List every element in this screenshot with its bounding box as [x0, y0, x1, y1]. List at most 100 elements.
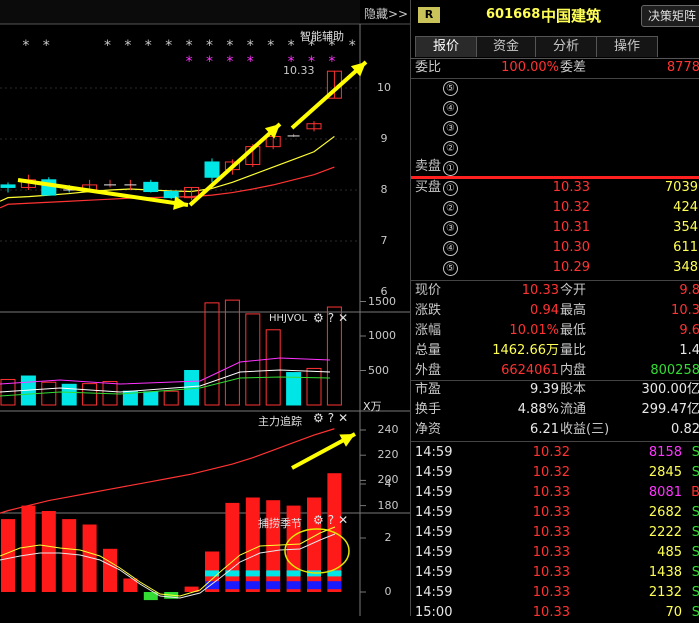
- main-force-panel-icons: ⚙? ✕: [309, 411, 348, 425]
- trade-price: 10.33: [533, 583, 570, 603]
- stat-label: 总量: [415, 341, 441, 361]
- level-number: ③: [443, 121, 458, 136]
- main-force-panel-title: 主力追踪: [258, 413, 302, 429]
- buy-level-row[interactable]: ② 10.32 424: [411, 198, 699, 218]
- signal-star: *: [43, 38, 50, 54]
- trade-time: 14:59: [415, 503, 452, 523]
- close-icon[interactable]: ✕: [338, 411, 348, 425]
- trade-direction: S: [692, 503, 699, 523]
- trade-quantity: 1438: [649, 563, 682, 583]
- stat-row: 涨幅10.01%最低9.6: [411, 321, 699, 341]
- buy-level-row[interactable]: ①10.337039: [411, 178, 699, 198]
- season-bar: [225, 503, 239, 592]
- chart-area[interactable]: ********************** 隐藏>> 智能辅助 10.33 1…: [0, 0, 410, 616]
- stat-label: 量比: [560, 341, 586, 361]
- divider: [411, 441, 699, 442]
- stat-value: 4.88%: [518, 400, 559, 420]
- stat-label: 内盘: [560, 361, 586, 381]
- signal-star: *: [267, 38, 274, 54]
- season-bar-blue: [307, 581, 321, 589]
- chart-canvas[interactable]: **********************: [0, 0, 410, 616]
- gear-icon[interactable]: ⚙: [313, 513, 324, 527]
- volume-bar: [62, 384, 76, 405]
- gear-icon[interactable]: ⚙: [313, 311, 324, 325]
- trade-price: 10.33: [533, 563, 570, 583]
- stat-value: 0.94: [530, 301, 559, 321]
- buy-level-row[interactable]: ⑤10.29348: [411, 258, 699, 278]
- volume-bar: [225, 300, 239, 405]
- tab-quote[interactable]: 报价: [415, 36, 477, 57]
- season-bar: [1, 519, 15, 592]
- trade-direction: S: [692, 603, 699, 623]
- stat-value: 9.6: [679, 321, 699, 341]
- stat-value: 299.47亿: [642, 400, 699, 420]
- trade-time: 14:59: [415, 543, 452, 563]
- season-panel-title: 捕捞季节: [258, 515, 302, 531]
- trade-tick-row: 14:5910.331438S: [411, 563, 699, 583]
- stat-value: 9.39: [530, 380, 559, 400]
- trade-time: 14:59: [415, 583, 452, 603]
- trade-price: 10.33: [533, 523, 570, 543]
- buy-price: 10.33: [553, 178, 590, 198]
- stat-label: 最高: [560, 301, 586, 321]
- stat-value: 6.21: [530, 420, 559, 440]
- tab-funds[interactable]: 资金: [476, 36, 536, 57]
- stat-value: 9.8: [679, 281, 699, 301]
- stat-value: 800258: [650, 361, 699, 381]
- season-bar-cyan: [246, 570, 260, 576]
- weicha-value: 8778: [667, 58, 699, 78]
- help-icon[interactable]: ?: [328, 311, 334, 325]
- decision-matrix-button[interactable]: 决策矩阵: [641, 5, 699, 27]
- buy-level-row[interactable]: ③10.31354: [411, 218, 699, 238]
- volume-bar: [205, 303, 219, 405]
- trade-time: 14:59: [415, 483, 452, 503]
- buy-quantity: 7039: [665, 178, 698, 198]
- season-bar-blue: [287, 581, 301, 589]
- weibi-row: 委比 100.00% 委差 8778: [411, 58, 699, 78]
- tab-operation[interactable]: 操作: [596, 36, 658, 57]
- level-number: ④: [443, 101, 458, 116]
- season-tick: 2: [368, 531, 408, 544]
- season-bar-blue: [266, 581, 280, 589]
- season-bar-blue: [327, 581, 341, 589]
- level-number: ②: [443, 201, 458, 216]
- close-icon[interactable]: ✕: [338, 513, 348, 527]
- tab-analysis[interactable]: 分析: [535, 36, 597, 57]
- stat-value: 1462.66万: [492, 341, 559, 361]
- sell-level-row: ②: [411, 138, 699, 158]
- hide-button[interactable]: 隐藏>>: [364, 5, 408, 22]
- stat-row: 总量1462.66万量比1.4: [411, 341, 699, 361]
- close-icon[interactable]: ✕: [338, 311, 348, 325]
- signal-star-magenta: *: [328, 54, 335, 70]
- buy-price: 10.32: [553, 198, 590, 218]
- volume-bar: [266, 330, 280, 405]
- trade-price: 10.32: [533, 443, 570, 463]
- stat-label: 现价: [415, 281, 441, 301]
- buy-level-row[interactable]: ④10.30611: [411, 238, 699, 258]
- trade-time: 14:59: [415, 463, 452, 483]
- trade-direction: B: [691, 483, 699, 503]
- trade-tick-row: 14:5910.332132S: [411, 583, 699, 603]
- volume-bar: [185, 371, 199, 406]
- help-icon[interactable]: ?: [328, 513, 334, 527]
- signal-star-magenta: *: [186, 54, 193, 70]
- stat-value: 6624061: [501, 361, 559, 381]
- help-icon[interactable]: ?: [328, 411, 334, 425]
- level-number: ④: [443, 241, 458, 256]
- signal-star: *: [247, 38, 254, 54]
- candle-body: [144, 182, 158, 191]
- signal-star: *: [165, 38, 172, 54]
- gear-icon[interactable]: ⚙: [313, 411, 324, 425]
- volume-bar: [144, 392, 158, 405]
- stat-value: 10.33: [522, 281, 559, 301]
- buy-quantity: 424: [673, 198, 698, 218]
- chart-header-bar: [0, 0, 360, 24]
- signal-star: *: [206, 38, 213, 54]
- stat-row: 净资6.21收益(三)0.82: [411, 420, 699, 440]
- signal-star: *: [288, 38, 295, 54]
- season-bar: [266, 500, 280, 592]
- season-panel-icons: ⚙? ✕: [309, 513, 348, 527]
- signal-star: *: [186, 38, 193, 54]
- trade-tick-row: 14:5910.328158S: [411, 443, 699, 463]
- volume-bar: [307, 368, 321, 405]
